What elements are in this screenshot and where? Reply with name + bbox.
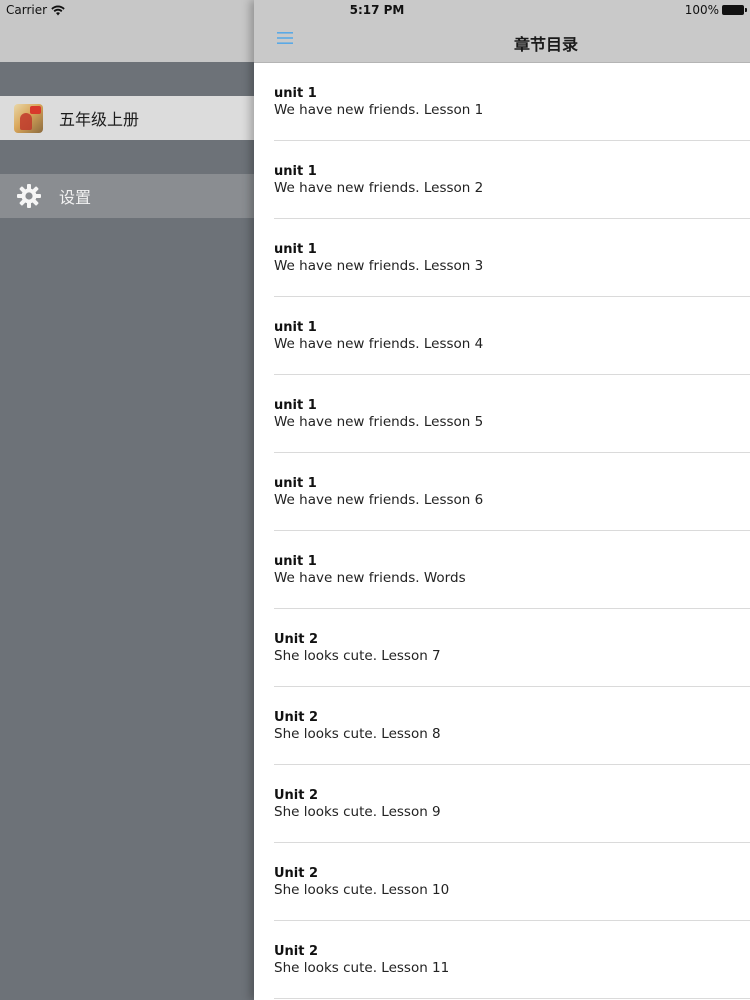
hamburger-menu-icon[interactable] <box>276 30 296 50</box>
chapter-row[interactable]: unit 1 We have new friends. Lesson 6 <box>254 453 750 531</box>
gear-icon <box>14 182 43 211</box>
lesson-title: She looks cute. Lesson 7 <box>274 648 441 664</box>
lesson-title: We have new friends. Words <box>274 570 466 586</box>
side-drawer: 五年级上册 设置 <box>0 0 254 1000</box>
battery-indicator: 100% <box>684 3 747 17</box>
lesson-title: We have new friends. Lesson 5 <box>274 414 484 430</box>
chapter-row[interactable]: Unit 2 She looks cute. Lesson 8 <box>254 687 750 765</box>
lesson-title: We have new friends. Lesson 6 <box>274 492 484 508</box>
lesson-title: We have new friends. Lesson 4 <box>274 336 484 352</box>
lesson-title: She looks cute. Lesson 9 <box>274 804 441 820</box>
chapter-row[interactable]: unit 1 We have new friends. Lesson 2 <box>254 141 750 219</box>
chapter-row[interactable]: Unit 2 She looks cute. Lesson 10 <box>254 843 750 921</box>
chapter-row[interactable]: Unit 2 She looks cute. Lesson 9 <box>254 765 750 843</box>
unit-label: unit 1 <box>274 476 317 491</box>
book-cover-icon <box>14 103 43 133</box>
battery-percent: 100% <box>684 3 719 17</box>
lesson-title: We have new friends. Lesson 2 <box>274 180 484 196</box>
chapter-row[interactable]: Unit 2 She looks cute. Lesson 7 <box>254 609 750 687</box>
unit-label: Unit 2 <box>274 944 319 959</box>
unit-label: unit 1 <box>274 164 317 179</box>
unit-label: unit 1 <box>274 86 317 101</box>
lesson-title: She looks cute. Lesson 11 <box>274 960 450 976</box>
chapter-row[interactable]: unit 1 We have new friends. Lesson 4 <box>254 297 750 375</box>
chapter-row[interactable]: unit 1 We have new friends. Lesson 3 <box>254 219 750 297</box>
unit-label: unit 1 <box>274 554 317 569</box>
chapter-row[interactable]: unit 1 We have new friends. Lesson 1 <box>254 63 750 141</box>
app-screen: Carrier 5:17 PM 100% 五年级上册 设置 章节目录 unit … <box>0 0 750 1000</box>
unit-label: Unit 2 <box>274 710 319 725</box>
lesson-title: We have new friends. Lesson 3 <box>274 258 484 274</box>
lesson-title: She looks cute. Lesson 10 <box>274 882 450 898</box>
chapter-row[interactable]: unit 1 We have new friends. Words <box>254 531 750 609</box>
unit-label: unit 1 <box>274 242 317 257</box>
lesson-title: She looks cute. Lesson 8 <box>274 726 441 742</box>
battery-icon <box>722 5 747 15</box>
chapter-row[interactable]: Unit 2 She looks cute. Lesson 11 <box>254 921 750 999</box>
clock: 5:17 PM <box>349 3 405 17</box>
drawer-item-label: 设置 <box>59 188 92 207</box>
chapter-row[interactable]: unit 1 We have new friends. Lesson 5 <box>254 375 750 453</box>
unit-label: unit 1 <box>274 398 317 413</box>
page-title: 章节目录 <box>514 35 579 54</box>
unit-label: unit 1 <box>274 320 317 335</box>
drawer-item-label: 五年级上册 <box>59 110 140 129</box>
drawer-item-book[interactable]: 五年级上册 <box>0 96 254 140</box>
chapter-list: unit 1 We have new friends. Lesson 1 uni… <box>254 63 750 999</box>
unit-label: Unit 2 <box>274 788 319 803</box>
unit-label: Unit 2 <box>274 632 319 647</box>
drawer-item-settings[interactable]: 设置 <box>0 174 254 218</box>
main-panel: 章节目录 unit 1 We have new friends. Lesson … <box>254 0 750 1000</box>
lesson-title: We have new friends. Lesson 1 <box>274 102 484 118</box>
status-bar: Carrier 5:17 PM 100% <box>0 0 750 20</box>
unit-label: Unit 2 <box>274 866 319 881</box>
